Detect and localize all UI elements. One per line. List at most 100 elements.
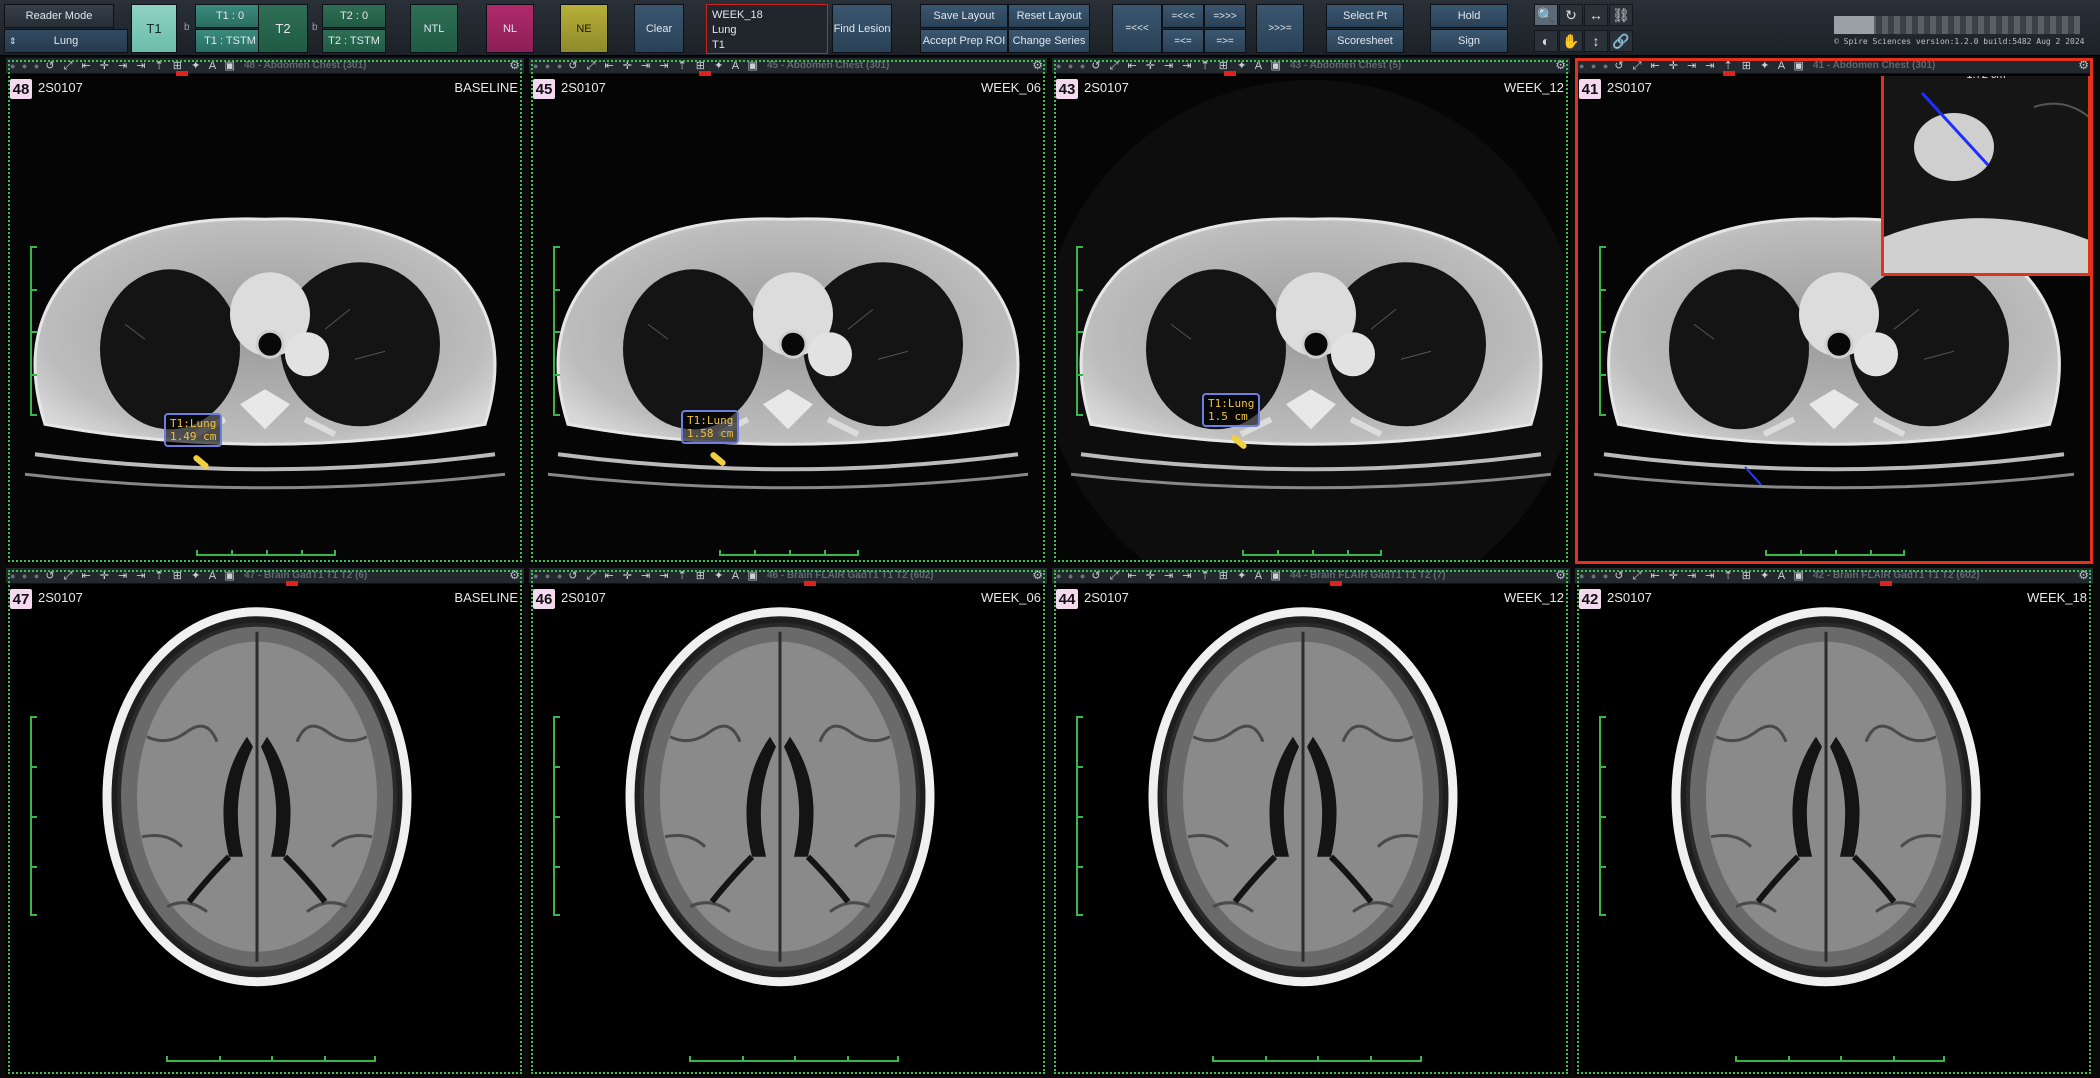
viewport-number: 45 [533,79,555,99]
viewport-header: ● ● ● ↺ ⤢ ⇤ ✛ ⇥ ⇥ ⇡ ⊞ ✦ A ▣ 48 - Abdomen… [6,58,524,77]
sign-button[interactable]: Sign [1430,29,1508,53]
gear-icon[interactable]: ⚙ [509,58,520,72]
image-canvas[interactable]: 46 2S0107 WEEK_06 [529,586,1047,1076]
viewport-42[interactable]: ● ● ● ↺ ⤢ ⇤ ✛ ⇥ ⇥ ⇡ ⊞ ✦ A ▣ 42 - Brain F… [1575,568,2093,1076]
image-canvas[interactable]: 41 2S0107 1.72 cm [1575,76,2093,564]
hold-button[interactable]: Hold [1430,4,1508,28]
window-dots-icon[interactable]: ● ● ● [10,571,41,581]
window-dots-icon[interactable]: ● ● ● [533,61,564,71]
vertical-scale-ruler [553,246,561,416]
viewport-48[interactable]: ● ● ● ↺ ⤢ ⇤ ✛ ⇥ ⇥ ⇡ ⊞ ✦ A ▣ 48 - Abdomen… [6,58,524,564]
gear-icon[interactable]: ⚙ [1032,58,1043,72]
viewport-tool-icons[interactable]: ↺ ⤢ ⇤ ✛ ⇥ ⇥ ⇡ ⊞ ✦ A ▣ [568,569,761,583]
image-canvas[interactable]: 43 2S0107 WEEK_12 T1:Lung 1.5 cm [1052,76,1570,564]
reader-mode-button[interactable]: Reader Mode [4,4,114,28]
roi-measurement-label[interactable]: T1:Lung 1.49 cm [164,413,223,447]
image-canvas[interactable]: 48 2S0107 BASELINE T1:Lung 1.49 cm [6,76,524,564]
contrast-icon[interactable]: ◐ [1534,30,1558,52]
vertical-scale-ruler [1076,716,1084,916]
viewport-45[interactable]: ● ● ● ↺ ⤢ ⇤ ✛ ⇥ ⇥ ⇡ ⊞ ✦ A ▣ 45 - Abdomen… [529,58,1047,564]
nav-prev-step-button[interactable]: =<= [1162,29,1204,53]
magnifier-measurement-label: 1.72 cm [1884,76,2088,81]
window-dots-icon[interactable]: ● ● ● [1056,571,1087,581]
t1-tstm-button[interactable]: T1 : TSTM [195,29,265,53]
series-title: 44 - Brain FLAIR GadT1 T1 T2 (7) [1289,570,1446,581]
stack-slider-thumb[interactable] [1834,16,1874,34]
series-title: 41 - Abdomen Chest (301) [1812,60,1936,71]
b-separator-1: b [184,22,190,33]
image-canvas[interactable]: 47 2S0107 BASELINE [6,586,524,1076]
change-series-button[interactable]: Change Series [1008,29,1090,53]
image-stack-slider[interactable] [1834,16,2080,34]
save-layout-button[interactable]: Save Layout [920,4,1008,28]
viewport-number: 46 [533,589,555,609]
window-dots-icon[interactable]: ● ● ● [10,61,41,71]
nav-first-button[interactable]: =<<< [1112,4,1162,53]
link-icon[interactable]: ⛓ [1609,4,1633,26]
t2-tstm-button[interactable]: T2 : TSTM [322,29,386,53]
viewport-tool-icons[interactable]: ↺ ⤢ ⇤ ✛ ⇥ ⇥ ⇡ ⊞ ✦ A ▣ [568,59,761,73]
viewport-43[interactable]: ● ● ● ↺ ⤢ ⇤ ✛ ⇥ ⇥ ⇡ ⊞ ✦ A ▣ 43 - Abdomen… [1052,58,1570,564]
roi-measurement-label[interactable]: T1:Lung 1.58 cm [681,410,740,444]
t1-button[interactable]: T1 [131,4,177,53]
viewport-tool-icons[interactable]: ↺ ⤢ ⇤ ✛ ⇥ ⇥ ⇡ ⊞ ✦ A ▣ [45,59,238,73]
gear-icon[interactable]: ⚙ [509,568,520,582]
nav-next-step-button[interactable]: =>= [1204,29,1246,53]
window-dots-icon[interactable]: ● ● ● [533,571,564,581]
nav-next-button[interactable]: =>>> [1204,4,1246,28]
window-dots-icon[interactable]: ● ● ● [1579,61,1610,71]
viewport-number: 42 [1579,589,1601,609]
viewport-tool-icons[interactable]: ↺ ⤢ ⇤ ✛ ⇥ ⇥ ⇡ ⊞ ✦ A ▣ [1614,59,1807,73]
series-title: 42 - Brain FLAIR GadT1 T1 T2 (602) [1812,570,1980,581]
chain-icon[interactable]: 🔗 [1609,30,1633,52]
image-canvas[interactable]: 45 2S0107 WEEK_06 T1:Lung 1.58 cm [529,76,1047,564]
viewport-46[interactable]: ● ● ● ↺ ⤢ ⇤ ✛ ⇥ ⇥ ⇡ ⊞ ✦ A ▣ 46 - Brain F… [529,568,1047,1076]
clear-button[interactable]: Clear [634,4,684,53]
series-title: 47 - Brain GadT1 T1 T2 (6) [243,570,368,581]
flip-horizontal-icon[interactable]: ↔ [1584,4,1608,26]
magnifier-inset[interactable]: 1.72 cm [1881,76,2091,276]
gear-icon[interactable]: ⚙ [1032,568,1043,582]
pan-hand-icon[interactable]: ✋ [1559,30,1583,52]
select-pt-button[interactable]: Select Pt [1326,4,1404,28]
flip-vertical-icon[interactable]: ↕ [1584,30,1608,52]
image-canvas[interactable]: 42 2S0107 WEEK_18 [1575,586,2093,1076]
timepoint-label: WEEK_06 [981,80,1041,95]
gear-icon[interactable]: ⚙ [2078,568,2089,582]
roi-measurement-label[interactable]: T1:Lung 1.5 cm [1202,393,1261,427]
ntl-button[interactable]: NTL [410,4,458,53]
viewport-tool-icons[interactable]: ↺ ⤢ ⇤ ✛ ⇥ ⇥ ⇡ ⊞ ✦ A ▣ [1614,569,1807,583]
viewport-header: ● ● ● ↺ ⤢ ⇤ ✛ ⇥ ⇥ ⇡ ⊞ ✦ A ▣ 41 - Abdomen… [1575,58,2093,77]
horizontal-scale-ruler [1765,548,1905,556]
viewport-tool-icons[interactable]: ↺ ⤢ ⇤ ✛ ⇥ ⇥ ⇡ ⊞ ✦ A ▣ [1091,59,1284,73]
gear-icon[interactable]: ⚙ [2078,58,2089,72]
horizontal-scale-ruler [689,1054,899,1062]
gear-icon[interactable]: ⚙ [1555,58,1566,72]
accept-prep-roi-button[interactable]: Accept Prep ROI [920,29,1008,53]
viewport-44[interactable]: ● ● ● ↺ ⤢ ⇤ ✛ ⇥ ⇥ ⇡ ⊞ ✦ A ▣ 44 - Brain F… [1052,568,1570,1076]
t1-count-button[interactable]: T1 : 0 [195,4,265,28]
viewport-tool-icons[interactable]: ↺ ⤢ ⇤ ✛ ⇥ ⇥ ⇡ ⊞ ✦ A ▣ [45,569,238,583]
find-lesion-button[interactable]: Find Lesion [832,4,892,53]
gear-icon[interactable]: ⚙ [1555,568,1566,582]
viewport-tool-icons[interactable]: ↺ ⤢ ⇤ ✛ ⇥ ⇥ ⇡ ⊞ ✦ A ▣ [1091,569,1284,583]
patient-id: 2S0107 [1607,590,1652,605]
series-title: 45 - Abdomen Chest (301) [766,60,890,71]
vertical-scale-ruler [1076,246,1084,416]
image-canvas[interactable]: 44 2S0107 WEEK_12 [1052,586,1570,1076]
zoom-icon[interactable]: 🔍 [1534,4,1558,26]
viewport-41[interactable]: ● ● ● ↺ ⤢ ⇤ ✛ ⇥ ⇥ ⇡ ⊞ ✦ A ▣ 41 - Abdomen… [1575,58,2093,564]
reset-layout-button[interactable]: Reset Layout [1008,4,1090,28]
ne-button[interactable]: NE [560,4,608,53]
window-dots-icon[interactable]: ● ● ● [1579,571,1610,581]
viewport-47[interactable]: ● ● ● ↺ ⤢ ⇤ ✛ ⇥ ⇥ ⇡ ⊞ ✦ A ▣ 47 - Brain G… [6,568,524,1076]
nl-button[interactable]: NL [486,4,534,53]
lesion-type-select[interactable]: ⇕ Lung [4,29,128,53]
t2-button[interactable]: T2 [258,4,308,53]
nav-prev-button[interactable]: =<<< [1162,4,1204,28]
rotate-icon[interactable]: ↻ [1559,4,1583,26]
nav-last-button[interactable]: >>>= [1256,4,1304,53]
scoresheet-button[interactable]: Scoresheet [1326,29,1404,53]
t2-count-button[interactable]: T2 : 0 [322,4,386,28]
window-dots-icon[interactable]: ● ● ● [1056,61,1087,71]
